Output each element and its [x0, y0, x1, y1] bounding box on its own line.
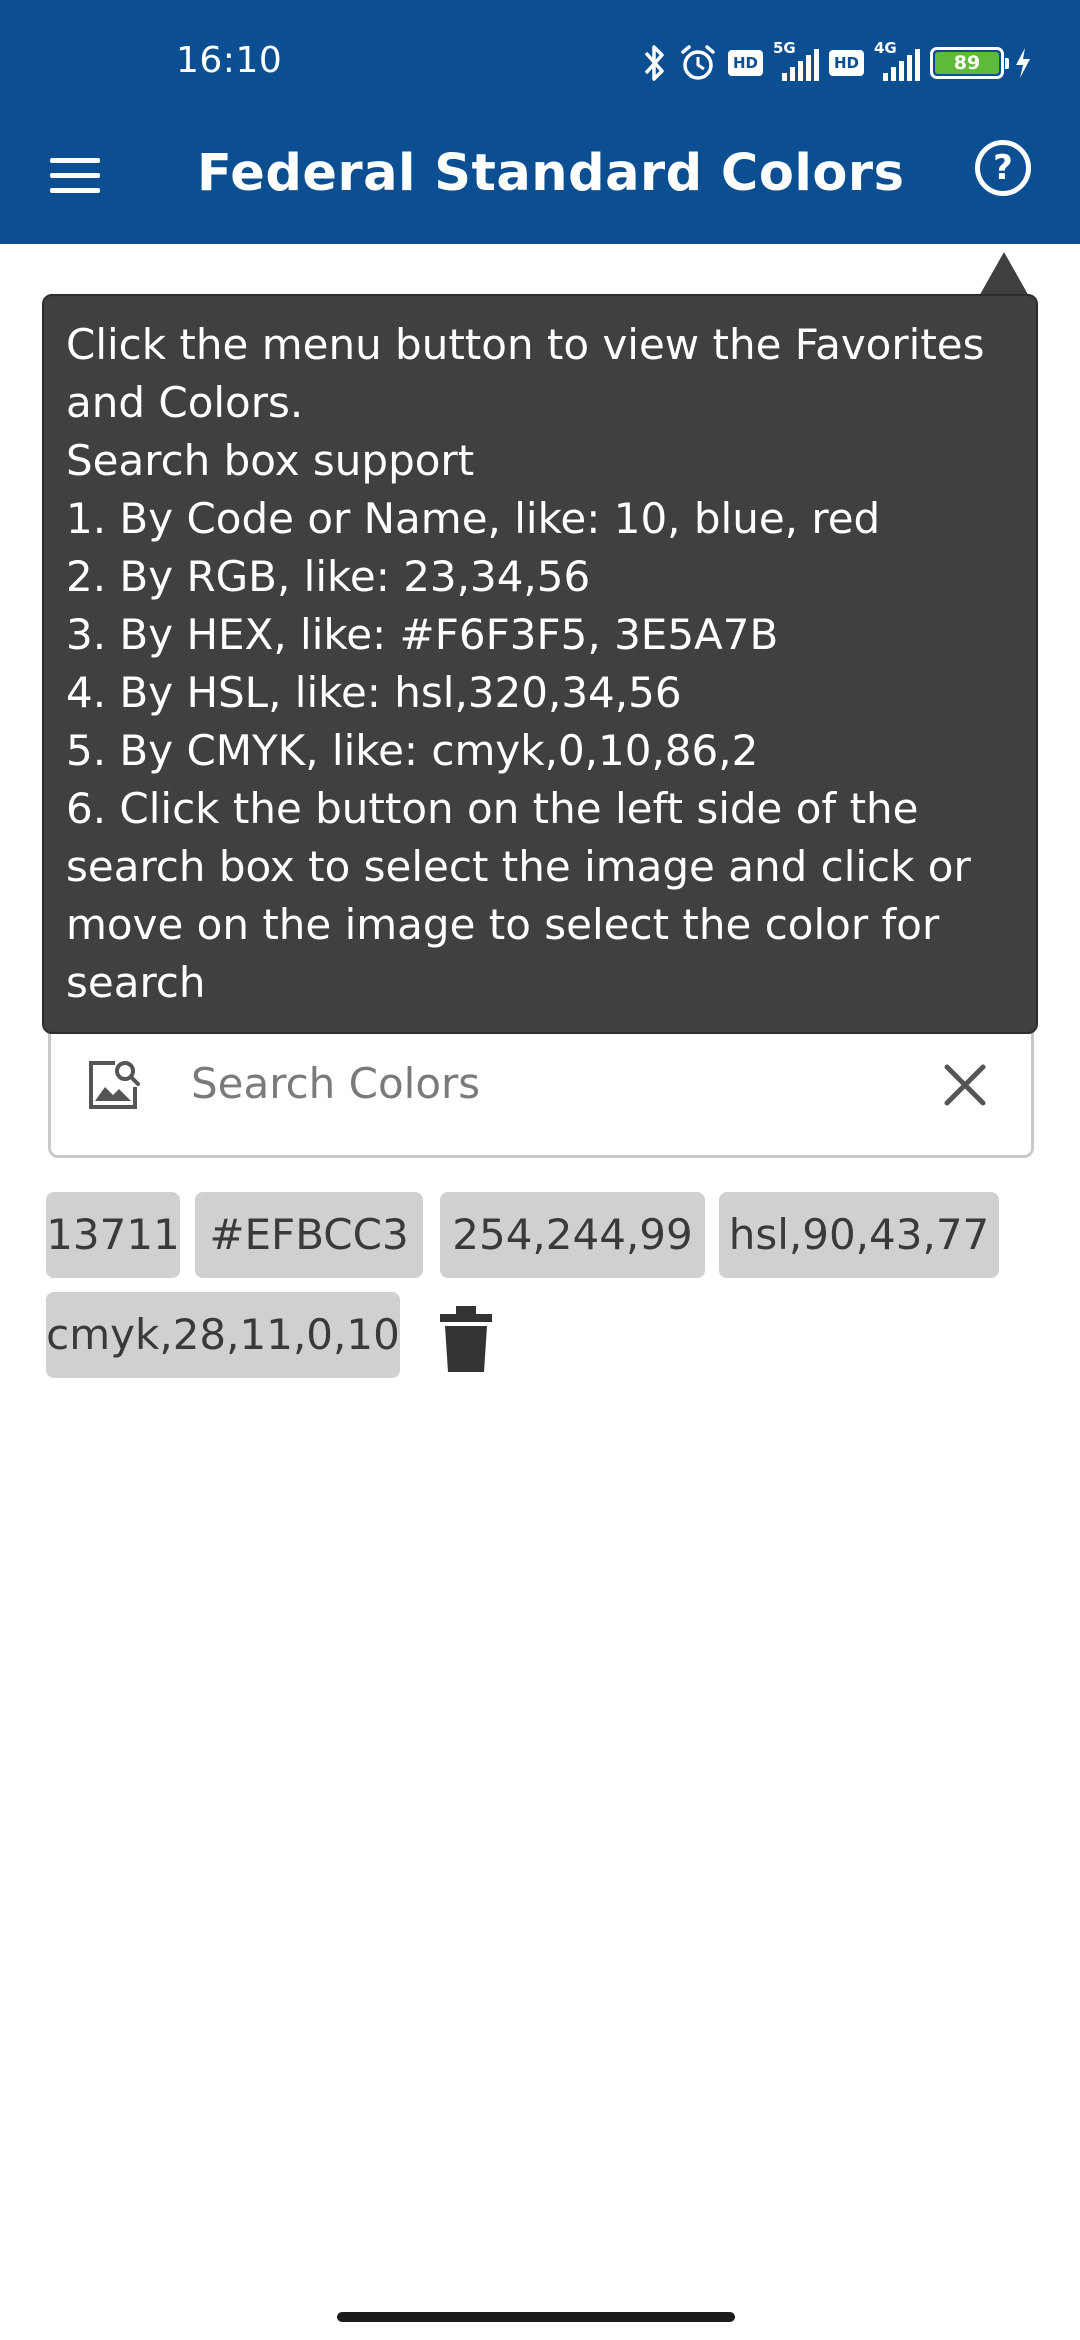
help-button[interactable]: ? [975, 140, 1031, 196]
menu-button[interactable] [50, 148, 104, 202]
status-time: 16:10 [176, 40, 283, 81]
hd-voice-icon: HD [727, 50, 763, 76]
charging-icon [1016, 48, 1030, 78]
tooltip-line: 1. By Code or Name, like: 10, blue, red [66, 494, 881, 543]
history-chip[interactable]: 254,244,99 [440, 1192, 705, 1278]
tooltip-line: 3. By HEX, like: #F6F3F5, 3E5A7B [66, 610, 779, 659]
status-bar: 16:10 HD 5G HD 4G 89 [0, 0, 1080, 122]
tooltip-line: Click the menu button to view the Favori… [66, 320, 985, 369]
tooltip-line: move on the image to select the color fo… [66, 900, 940, 949]
menu-icon [50, 157, 100, 163]
status-icons: HD 5G HD 4G 89 [642, 38, 1032, 88]
tooltip-arrow [978, 252, 1030, 298]
image-search-icon[interactable] [85, 1057, 141, 1113]
app-header: 16:10 HD 5G HD 4G 89 Federal Standard Co… [0, 0, 1080, 244]
history-chip[interactable]: cmyk,28,11,0,10 [46, 1292, 400, 1378]
tooltip-line: 6. Click the button on the left side of … [66, 784, 919, 833]
history-chip[interactable]: 13711 [46, 1192, 180, 1278]
battery-level: 89 [935, 52, 999, 74]
tooltip-line: search [66, 958, 206, 1007]
help-tooltip[interactable]: Click the menu button to view the Favori… [42, 294, 1038, 1034]
home-indicator[interactable] [337, 2312, 735, 2322]
alarm-icon [681, 45, 715, 80]
battery-icon: 89 [930, 47, 1009, 79]
tooltip-line: Search box support [66, 436, 475, 485]
close-icon[interactable] [937, 1057, 993, 1113]
signal-4g-icon: 4G [874, 39, 920, 81]
toolbar: Federal Standard Colors [0, 122, 1080, 244]
tooltip-line: search box to select the image and click… [66, 842, 971, 891]
search-input[interactable] [191, 1045, 931, 1121]
tooltip-line: 2. By RGB, like: 23,34,56 [66, 552, 591, 601]
hd-voice-icon-2: HD [828, 50, 864, 76]
trash-icon[interactable] [436, 1304, 496, 1376]
tooltip-line: and Colors. [66, 378, 304, 427]
tooltip-line: 4. By HSL, like: hsl,320,34,56 [66, 668, 682, 717]
help-circle-icon: ? [993, 148, 1013, 188]
history-chip[interactable]: hsl,90,43,77 [719, 1192, 999, 1278]
history-chip[interactable]: #EFBCC3 [195, 1192, 423, 1278]
page-title: Federal Standard Colors [197, 144, 905, 203]
signal-5g-icon: 5G [773, 39, 819, 81]
tooltip-line: 5. By CMYK, like: cmyk,0,10,86,2 [66, 726, 759, 775]
bluetooth-icon [644, 45, 664, 81]
